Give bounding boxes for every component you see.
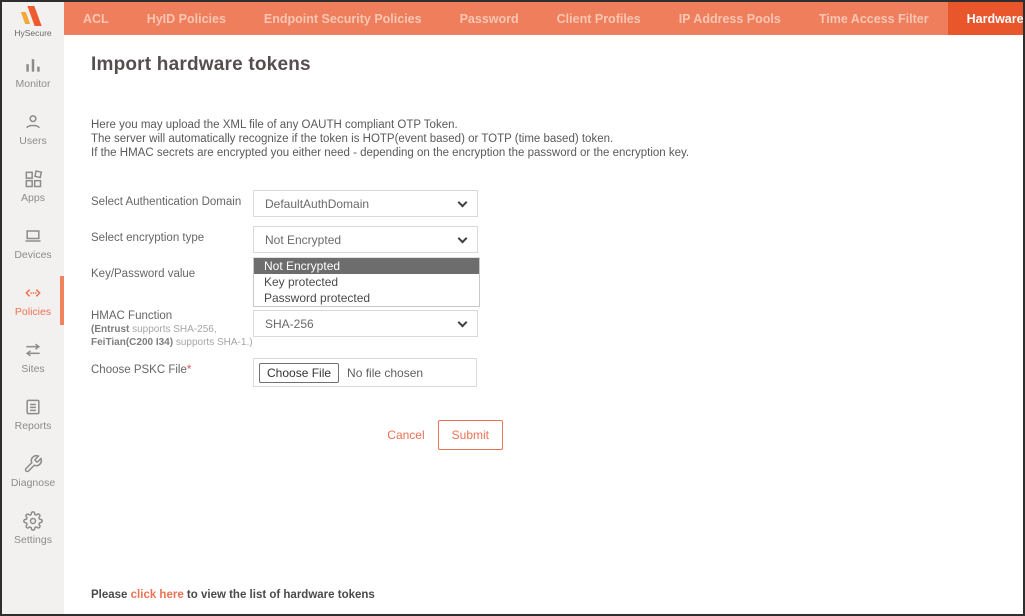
sidebar-item-label: Reports (15, 420, 52, 432)
sidebar-item-label: Sites (21, 363, 44, 375)
form-actions: Cancel Submit (91, 420, 503, 450)
sidebar-item-devices[interactable]: Devices (2, 215, 64, 272)
swap-arrows-icon (23, 340, 43, 360)
description-line: Here you may upload the XML file of any … (91, 118, 1023, 132)
sidebar: HySecure Monitor Users Apps Devices Poli… (2, 2, 64, 614)
sidebar-item-policies[interactable]: Policies (2, 272, 64, 329)
document-icon (23, 397, 43, 417)
tab-hardware-tokens[interactable]: Hardware Tokens (948, 2, 1025, 35)
code-brackets-icon (23, 283, 43, 303)
app-window: HySecure Monitor Users Apps Devices Poli… (0, 0, 1025, 616)
click-here-link[interactable]: click here (131, 589, 184, 601)
page-description: Here you may upload the XML file of any … (91, 118, 1023, 160)
sidebar-item-label: Monitor (15, 78, 50, 90)
hmac-note: (Entrust supports SHA-256,FeiTian(C200 I… (91, 324, 253, 349)
tab-password[interactable]: Password (441, 2, 538, 35)
page-title: Import hardware tokens (91, 54, 1023, 76)
laptop-icon (23, 226, 43, 246)
sidebar-item-reports[interactable]: Reports (2, 386, 64, 443)
sidebar-item-label: Apps (21, 192, 45, 204)
encryption-type-dropdown-list: Not Encrypted Key protected Password pro… (253, 257, 480, 307)
tab-acl[interactable]: ACL (64, 2, 128, 35)
hysecure-logo: HySecure (2, 2, 64, 44)
encryption-type-select[interactable]: Not Encrypted (253, 226, 478, 253)
key-password-row: Key/Password value Not Encrypted Key pro… (91, 257, 651, 307)
bar-chart-icon (23, 55, 43, 75)
dropdown-option-not-encrypted[interactable]: Not Encrypted (254, 258, 479, 274)
tab-client-profiles[interactable]: Client Profiles (538, 2, 660, 35)
sidebar-item-apps[interactable]: Apps (2, 158, 64, 215)
choose-file-button[interactable]: Choose File (259, 363, 339, 383)
sidebar-item-label: Users (19, 135, 46, 147)
hmac-label: HMAC Function (91, 310, 253, 322)
sidebar-item-label: Settings (14, 534, 52, 546)
chevron-down-icon (458, 318, 468, 328)
tab-ip-address-pools[interactable]: IP Address Pools (660, 2, 800, 35)
tab-hyid-policies[interactable]: HyID Policies (128, 2, 245, 35)
sidebar-item-label: Policies (15, 306, 51, 318)
description-line: The server will automatically recognize … (91, 132, 1023, 146)
sidebar-item-users[interactable]: Users (2, 101, 64, 158)
chevron-down-icon (458, 198, 468, 208)
auth-domain-label: Select Authentication Domain (91, 190, 253, 217)
sidebar-item-monitor[interactable]: Monitor (2, 44, 64, 101)
dropdown-option-password-protected[interactable]: Password protected (254, 290, 479, 306)
pskc-file-input[interactable]: Choose File No file chosen (253, 358, 477, 387)
sidebar-item-sites[interactable]: Sites (2, 329, 64, 386)
encryption-type-value: Not Encrypted (265, 233, 341, 247)
tab-endpoint-security-policies[interactable]: Endpoint Security Policies (245, 2, 441, 35)
submit-button[interactable]: Submit (438, 420, 503, 450)
hmac-function-value: SHA-256 (265, 317, 314, 331)
description-line: If the HMAC secrets are encrypted you ei… (91, 146, 1023, 160)
pskc-file-row: Choose PSKC File* Choose File No file ch… (91, 358, 651, 387)
hmac-row: HMAC Function (Entrust supports SHA-256,… (91, 310, 651, 349)
brand-name: HySecure (14, 28, 51, 38)
cancel-button[interactable]: Cancel (387, 428, 424, 442)
auth-domain-value: DefaultAuthDomain (265, 197, 369, 211)
main-content: Import hardware tokens Here you may uplo… (64, 35, 1023, 614)
wrench-icon (23, 454, 43, 474)
pskc-file-label: Choose PSKC File* (91, 358, 253, 387)
auth-domain-row: Select Authentication Domain DefaultAuth… (91, 190, 651, 217)
auth-domain-select[interactable]: DefaultAuthDomain (253, 190, 478, 217)
top-navigation: ACL HyID Policies Endpoint Security Poli… (64, 2, 1023, 35)
encryption-type-label: Select encryption type (91, 226, 253, 253)
grid-squares-icon (23, 169, 43, 189)
sidebar-item-diagnose[interactable]: Diagnose (2, 443, 64, 500)
hmac-function-select[interactable]: SHA-256 (253, 310, 478, 337)
hmac-label-block: HMAC Function (Entrust supports SHA-256,… (91, 310, 253, 349)
sidebar-item-settings[interactable]: Settings (2, 500, 64, 557)
encryption-type-row: Select encryption type Not Encrypted (91, 226, 651, 253)
file-chosen-status: No file chosen (347, 366, 423, 380)
sidebar-item-label: Diagnose (11, 477, 55, 489)
gear-icon (23, 511, 43, 531)
import-token-form: Select Authentication Domain DefaultAuth… (91, 190, 651, 450)
key-password-label: Key/Password value (91, 257, 253, 307)
logo-mark-icon (20, 5, 46, 27)
sidebar-item-label: Devices (14, 249, 51, 261)
footer-note: Please click here to view the list of ha… (91, 589, 375, 601)
required-asterisk: * (187, 364, 191, 376)
dropdown-option-key-protected[interactable]: Key protected (254, 274, 479, 290)
person-icon (23, 112, 43, 132)
chevron-down-icon (458, 234, 468, 244)
tab-time-access-filter[interactable]: Time Access Filter (800, 2, 948, 35)
